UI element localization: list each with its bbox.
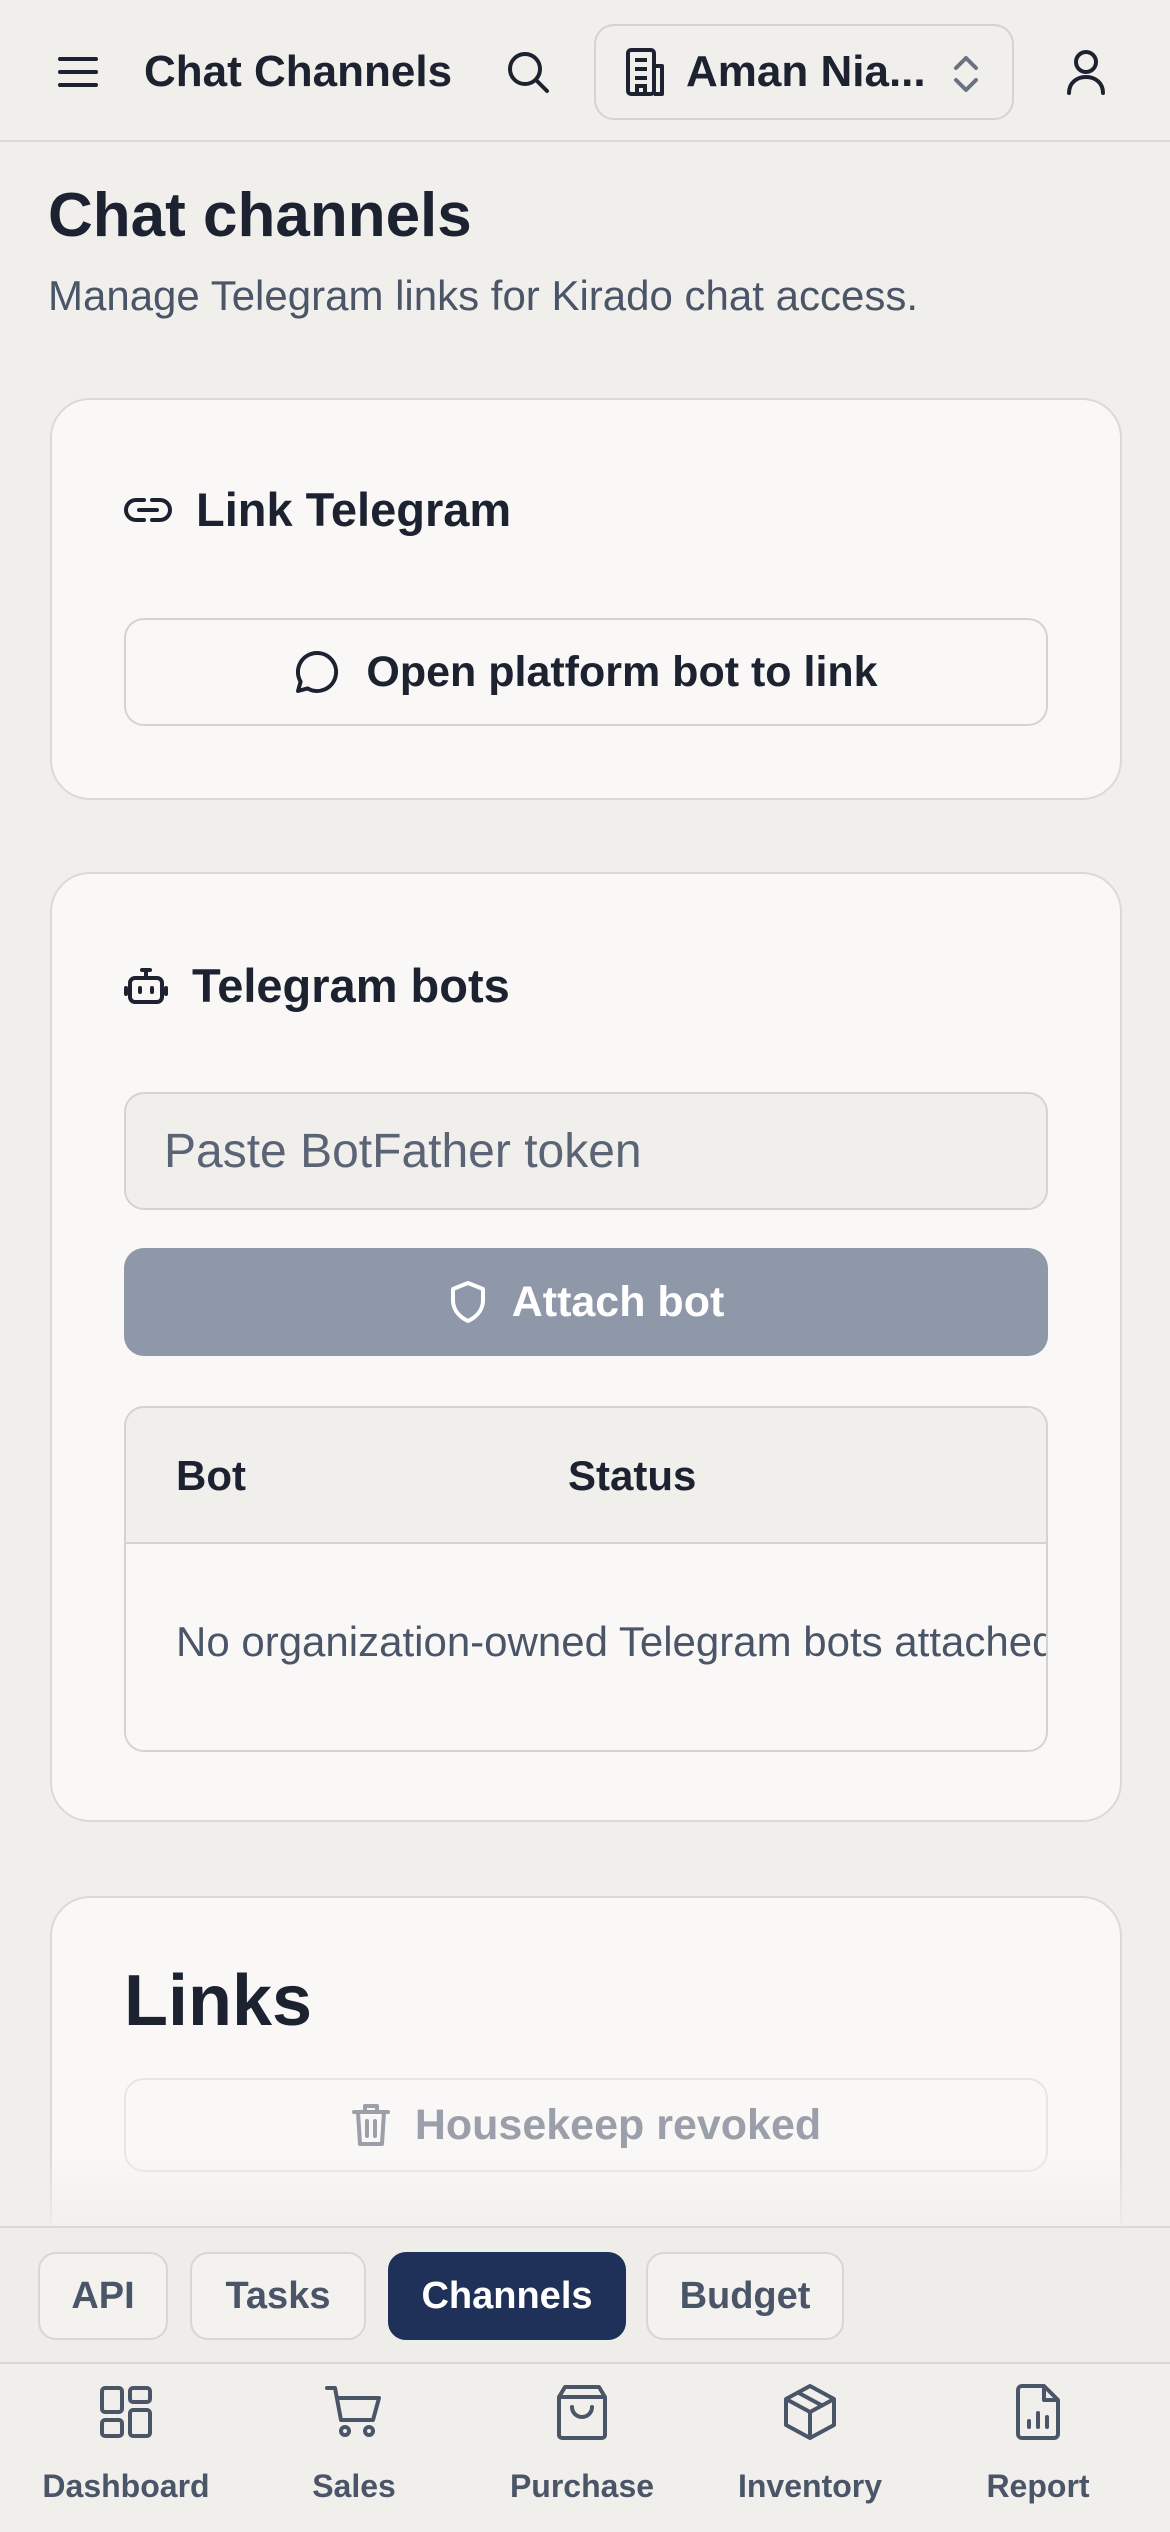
user-icon: [1067, 50, 1105, 95]
user-account-button[interactable]: [1058, 44, 1114, 100]
link-telegram-heading: Link Telegram: [124, 482, 511, 537]
tab-api[interactable]: API: [38, 2252, 168, 2340]
empty-table-message: No organization-owned Telegram bots atta…: [176, 1618, 1048, 1665]
package-icon: [784, 2384, 836, 2440]
nav-label-inventory: Inventory: [737, 2468, 883, 2504]
link-telegram-card: Link Telegram Open platform bot to link: [50, 398, 1122, 800]
botfather-token-input[interactable]: [124, 1092, 1048, 1210]
shopping-bag-icon: [557, 2385, 607, 2440]
bot-icon: [124, 967, 168, 1004]
column-header-status: Status: [568, 1452, 697, 1499]
message-circle-icon: [296, 650, 339, 693]
table-header: Bot Status: [126, 1408, 1046, 1544]
nav-label-sales: Sales: [312, 2468, 396, 2504]
report-icon: [1016, 2384, 1060, 2440]
menu-button[interactable]: [52, 46, 104, 98]
telegram-bots-title: Telegram bots: [192, 959, 510, 1012]
organization-name: Aman Nia...: [686, 47, 926, 96]
nav-item-report[interactable]: Report: [938, 2382, 1138, 2522]
telegram-bots-heading: Telegram bots: [124, 958, 510, 1013]
section-tabs: API Tasks Channels Budget: [0, 2226, 1170, 2362]
chevrons-up-down-icon: [954, 56, 978, 92]
tab-budget[interactable]: Budget: [646, 2252, 844, 2340]
nav-item-dashboard[interactable]: Dashboard: [26, 2382, 226, 2522]
menu-icon: [58, 57, 98, 87]
open-platform-bot-label: Open platform bot to link: [366, 647, 878, 696]
bots-table: Bot Status No organization-owned Telegra…: [124, 1406, 1048, 1752]
link-icon: [124, 497, 172, 522]
cart-icon: [325, 2386, 381, 2437]
tab-channels[interactable]: Channels: [388, 2252, 626, 2340]
page-subtitle: Manage Telegram links for Kirado chat ac…: [48, 272, 918, 319]
top-app-bar: Chat Channels Aman Nia...: [0, 0, 1170, 142]
housekeep-revoked-label: Housekeep revoked: [414, 2100, 822, 2149]
search-icon: [508, 52, 549, 93]
shield-icon: [450, 1281, 485, 1323]
organization-switcher[interactable]: Aman Nia...: [594, 24, 1014, 120]
nav-label-purchase: Purchase: [509, 2468, 655, 2504]
links-title: Links: [124, 1961, 313, 2041]
nav-item-purchase[interactable]: Purchase: [482, 2382, 682, 2522]
nav-label-dashboard: Dashboard: [42, 2468, 210, 2504]
page-title: Chat channels: [48, 181, 472, 250]
telegram-bots-card: Telegram bots Attach bot Bot Status No o…: [50, 872, 1122, 1822]
nav-item-inventory[interactable]: Inventory: [710, 2382, 910, 2522]
open-platform-bot-button[interactable]: Open platform bot to link: [124, 618, 1048, 726]
nav-label-report: Report: [986, 2468, 1090, 2504]
tab-tasks[interactable]: Tasks: [190, 2252, 366, 2340]
trash-icon: [351, 2104, 390, 2146]
attach-bot-button[interactable]: Attach bot: [124, 1248, 1048, 1356]
column-header-bot: Bot: [176, 1452, 246, 1499]
bottom-navigation: Dashboard Sales Purchase Inventory Repor…: [0, 2362, 1170, 2532]
dashboard-icon: [100, 2386, 152, 2438]
scroll-fade: [0, 2150, 1170, 2230]
link-telegram-title: Link Telegram: [196, 483, 512, 536]
attach-bot-label: Attach bot: [511, 1277, 725, 1326]
app-title: Chat Channels: [144, 47, 453, 96]
building-icon: [626, 48, 664, 96]
search-button[interactable]: [500, 44, 556, 100]
nav-item-sales[interactable]: Sales: [254, 2382, 454, 2522]
